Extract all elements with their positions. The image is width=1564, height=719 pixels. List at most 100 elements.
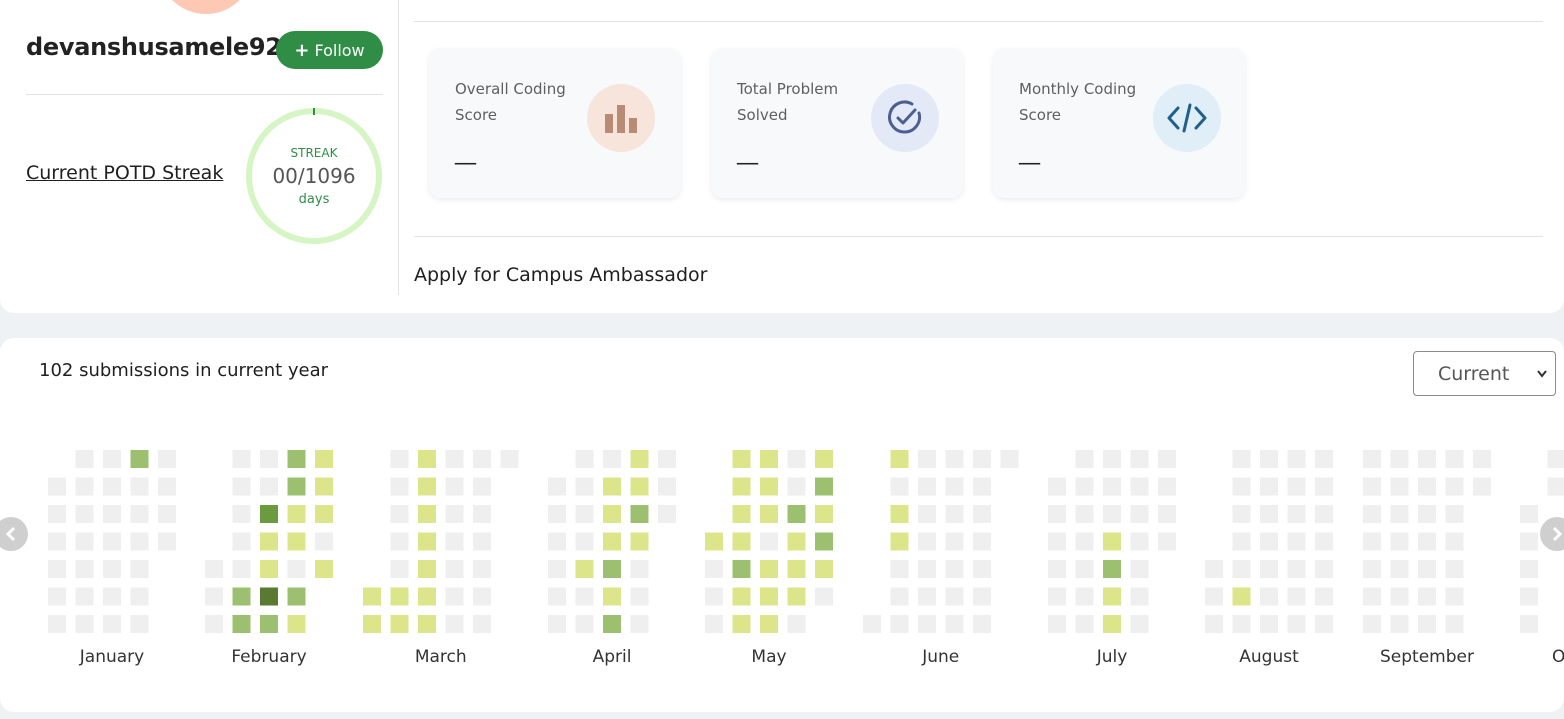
- heatmap-cell[interactable]: [1075, 505, 1094, 523]
- heatmap-cell[interactable]: [1260, 560, 1278, 578]
- heatmap-cell[interactable]: [890, 532, 909, 551]
- heatmap-cell[interactable]: [48, 505, 66, 523]
- heatmap-cell[interactable]: [1103, 560, 1121, 578]
- heatmap-cell[interactable]: [705, 560, 723, 578]
- heatmap-cell[interactable]: [1363, 477, 1381, 496]
- heatmap-cell[interactable]: [158, 450, 176, 468]
- heatmap-cell[interactable]: [630, 560, 649, 578]
- heatmap-cell[interactable]: [705, 587, 723, 606]
- heatmap-cell[interactable]: [103, 477, 121, 496]
- heatmap-cell[interactable]: [548, 587, 566, 606]
- heatmap-cell[interactable]: [418, 477, 436, 496]
- heatmap-cell[interactable]: [1232, 450, 1251, 468]
- heatmap-cell[interactable]: [973, 450, 991, 468]
- heatmap-cell[interactable]: [232, 587, 251, 606]
- heatmap-cell[interactable]: [1390, 587, 1409, 606]
- heatmap-cell[interactable]: [658, 477, 676, 496]
- heatmap-cell[interactable]: [103, 505, 121, 523]
- heatmap-cell[interactable]: [1158, 450, 1176, 468]
- heatmap-cell[interactable]: [575, 587, 594, 606]
- heatmap-cell[interactable]: [445, 450, 464, 468]
- heatmap-cell[interactable]: [158, 477, 176, 496]
- heatmap-cell[interactable]: [315, 532, 333, 551]
- heatmap-cell[interactable]: [1287, 477, 1306, 496]
- heatmap-cell[interactable]: [418, 615, 436, 633]
- heatmap-cell[interactable]: [1075, 560, 1094, 578]
- heatmap-cell[interactable]: [158, 532, 176, 551]
- heatmap-cell[interactable]: [445, 587, 464, 606]
- heatmap-cell[interactable]: [445, 615, 464, 633]
- heatmap-cell[interactable]: [1363, 450, 1381, 468]
- heatmap-cell[interactable]: [130, 532, 149, 551]
- heatmap-cell[interactable]: [205, 587, 223, 606]
- heatmap-cell[interactable]: [75, 532, 94, 551]
- heatmap-cell[interactable]: [1232, 477, 1251, 496]
- heatmap-cell[interactable]: [658, 450, 676, 468]
- heatmap-cell[interactable]: [287, 477, 306, 496]
- heatmap-cell[interactable]: [630, 615, 649, 633]
- heatmap-cell[interactable]: [1445, 560, 1464, 578]
- heatmap-cell[interactable]: [760, 560, 778, 578]
- heatmap-cell[interactable]: [75, 450, 94, 468]
- heatmap-cell[interactable]: [1000, 450, 1019, 468]
- heatmap-cell[interactable]: [103, 587, 121, 606]
- heatmap-cell[interactable]: [1130, 587, 1149, 606]
- heatmap-cell[interactable]: [232, 532, 251, 551]
- heatmap-cell[interactable]: [918, 450, 936, 468]
- heatmap-cell[interactable]: [1075, 532, 1094, 551]
- heatmap-cell[interactable]: [658, 505, 676, 523]
- heatmap-cell[interactable]: [973, 505, 991, 523]
- heatmap-cell[interactable]: [130, 450, 149, 468]
- heatmap-cell[interactable]: [390, 477, 409, 496]
- heatmap-cell[interactable]: [1287, 615, 1306, 633]
- heatmap-cell[interactable]: [1130, 450, 1149, 468]
- heatmap-cell[interactable]: [232, 560, 251, 578]
- heatmap-cell[interactable]: [945, 477, 964, 496]
- heatmap-cell[interactable]: [1520, 532, 1538, 551]
- heatmap-cell[interactable]: [445, 532, 464, 551]
- heatmap-cell[interactable]: [890, 587, 909, 606]
- heatmap-cell[interactable]: [705, 615, 723, 633]
- heatmap-cell[interactable]: [390, 532, 409, 551]
- heatmap-cell[interactable]: [1473, 450, 1491, 468]
- heatmap-cell[interactable]: [973, 532, 991, 551]
- heatmap-cell[interactable]: [1363, 587, 1381, 606]
- heatmap-cell[interactable]: [1075, 587, 1094, 606]
- heatmap-cell[interactable]: [1130, 560, 1149, 578]
- heatmap-cell[interactable]: [473, 587, 491, 606]
- heatmap-cell[interactable]: [787, 532, 806, 551]
- heatmap-cell[interactable]: [945, 450, 964, 468]
- heatmap-cell[interactable]: [945, 505, 964, 523]
- heatmap-cell[interactable]: [548, 532, 566, 551]
- heatmap-cell[interactable]: [1287, 532, 1306, 551]
- heatmap-cell[interactable]: [1315, 587, 1333, 606]
- heatmap-cell[interactable]: [287, 450, 306, 468]
- heatmap-cell[interactable]: [760, 615, 778, 633]
- heatmap-cell[interactable]: [48, 477, 66, 496]
- heatmap-cell[interactable]: [130, 505, 149, 523]
- heatmap-cell[interactable]: [973, 477, 991, 496]
- heatmap-cell[interactable]: [418, 587, 436, 606]
- heatmap-cell[interactable]: [130, 615, 149, 633]
- heatmap-cell[interactable]: [103, 615, 121, 633]
- heatmap-cell[interactable]: [48, 532, 66, 551]
- heatmap-cell[interactable]: [205, 615, 223, 633]
- heatmap-cell[interactable]: [418, 560, 436, 578]
- heatmap-cell[interactable]: [205, 560, 223, 578]
- heatmap-cell[interactable]: [815, 587, 833, 606]
- heatmap-cell[interactable]: [1205, 560, 1223, 578]
- heatmap-cell[interactable]: [603, 532, 621, 551]
- heatmap-cell[interactable]: [473, 615, 491, 633]
- heatmap-cell[interactable]: [1260, 615, 1278, 633]
- heatmap-cell[interactable]: [418, 450, 436, 468]
- heatmap-cell[interactable]: [1418, 532, 1436, 551]
- heatmap-cell[interactable]: [760, 532, 778, 551]
- heatmap-cell[interactable]: [287, 615, 306, 633]
- heatmap-cell[interactable]: [390, 505, 409, 523]
- heatmap-cell[interactable]: [232, 615, 251, 633]
- heatmap-cell[interactable]: [1130, 615, 1149, 633]
- heatmap-cell[interactable]: [1390, 615, 1409, 633]
- heatmap-cell[interactable]: [630, 587, 649, 606]
- heatmap-cell[interactable]: [1547, 450, 1564, 468]
- heatmap-cell[interactable]: [945, 560, 964, 578]
